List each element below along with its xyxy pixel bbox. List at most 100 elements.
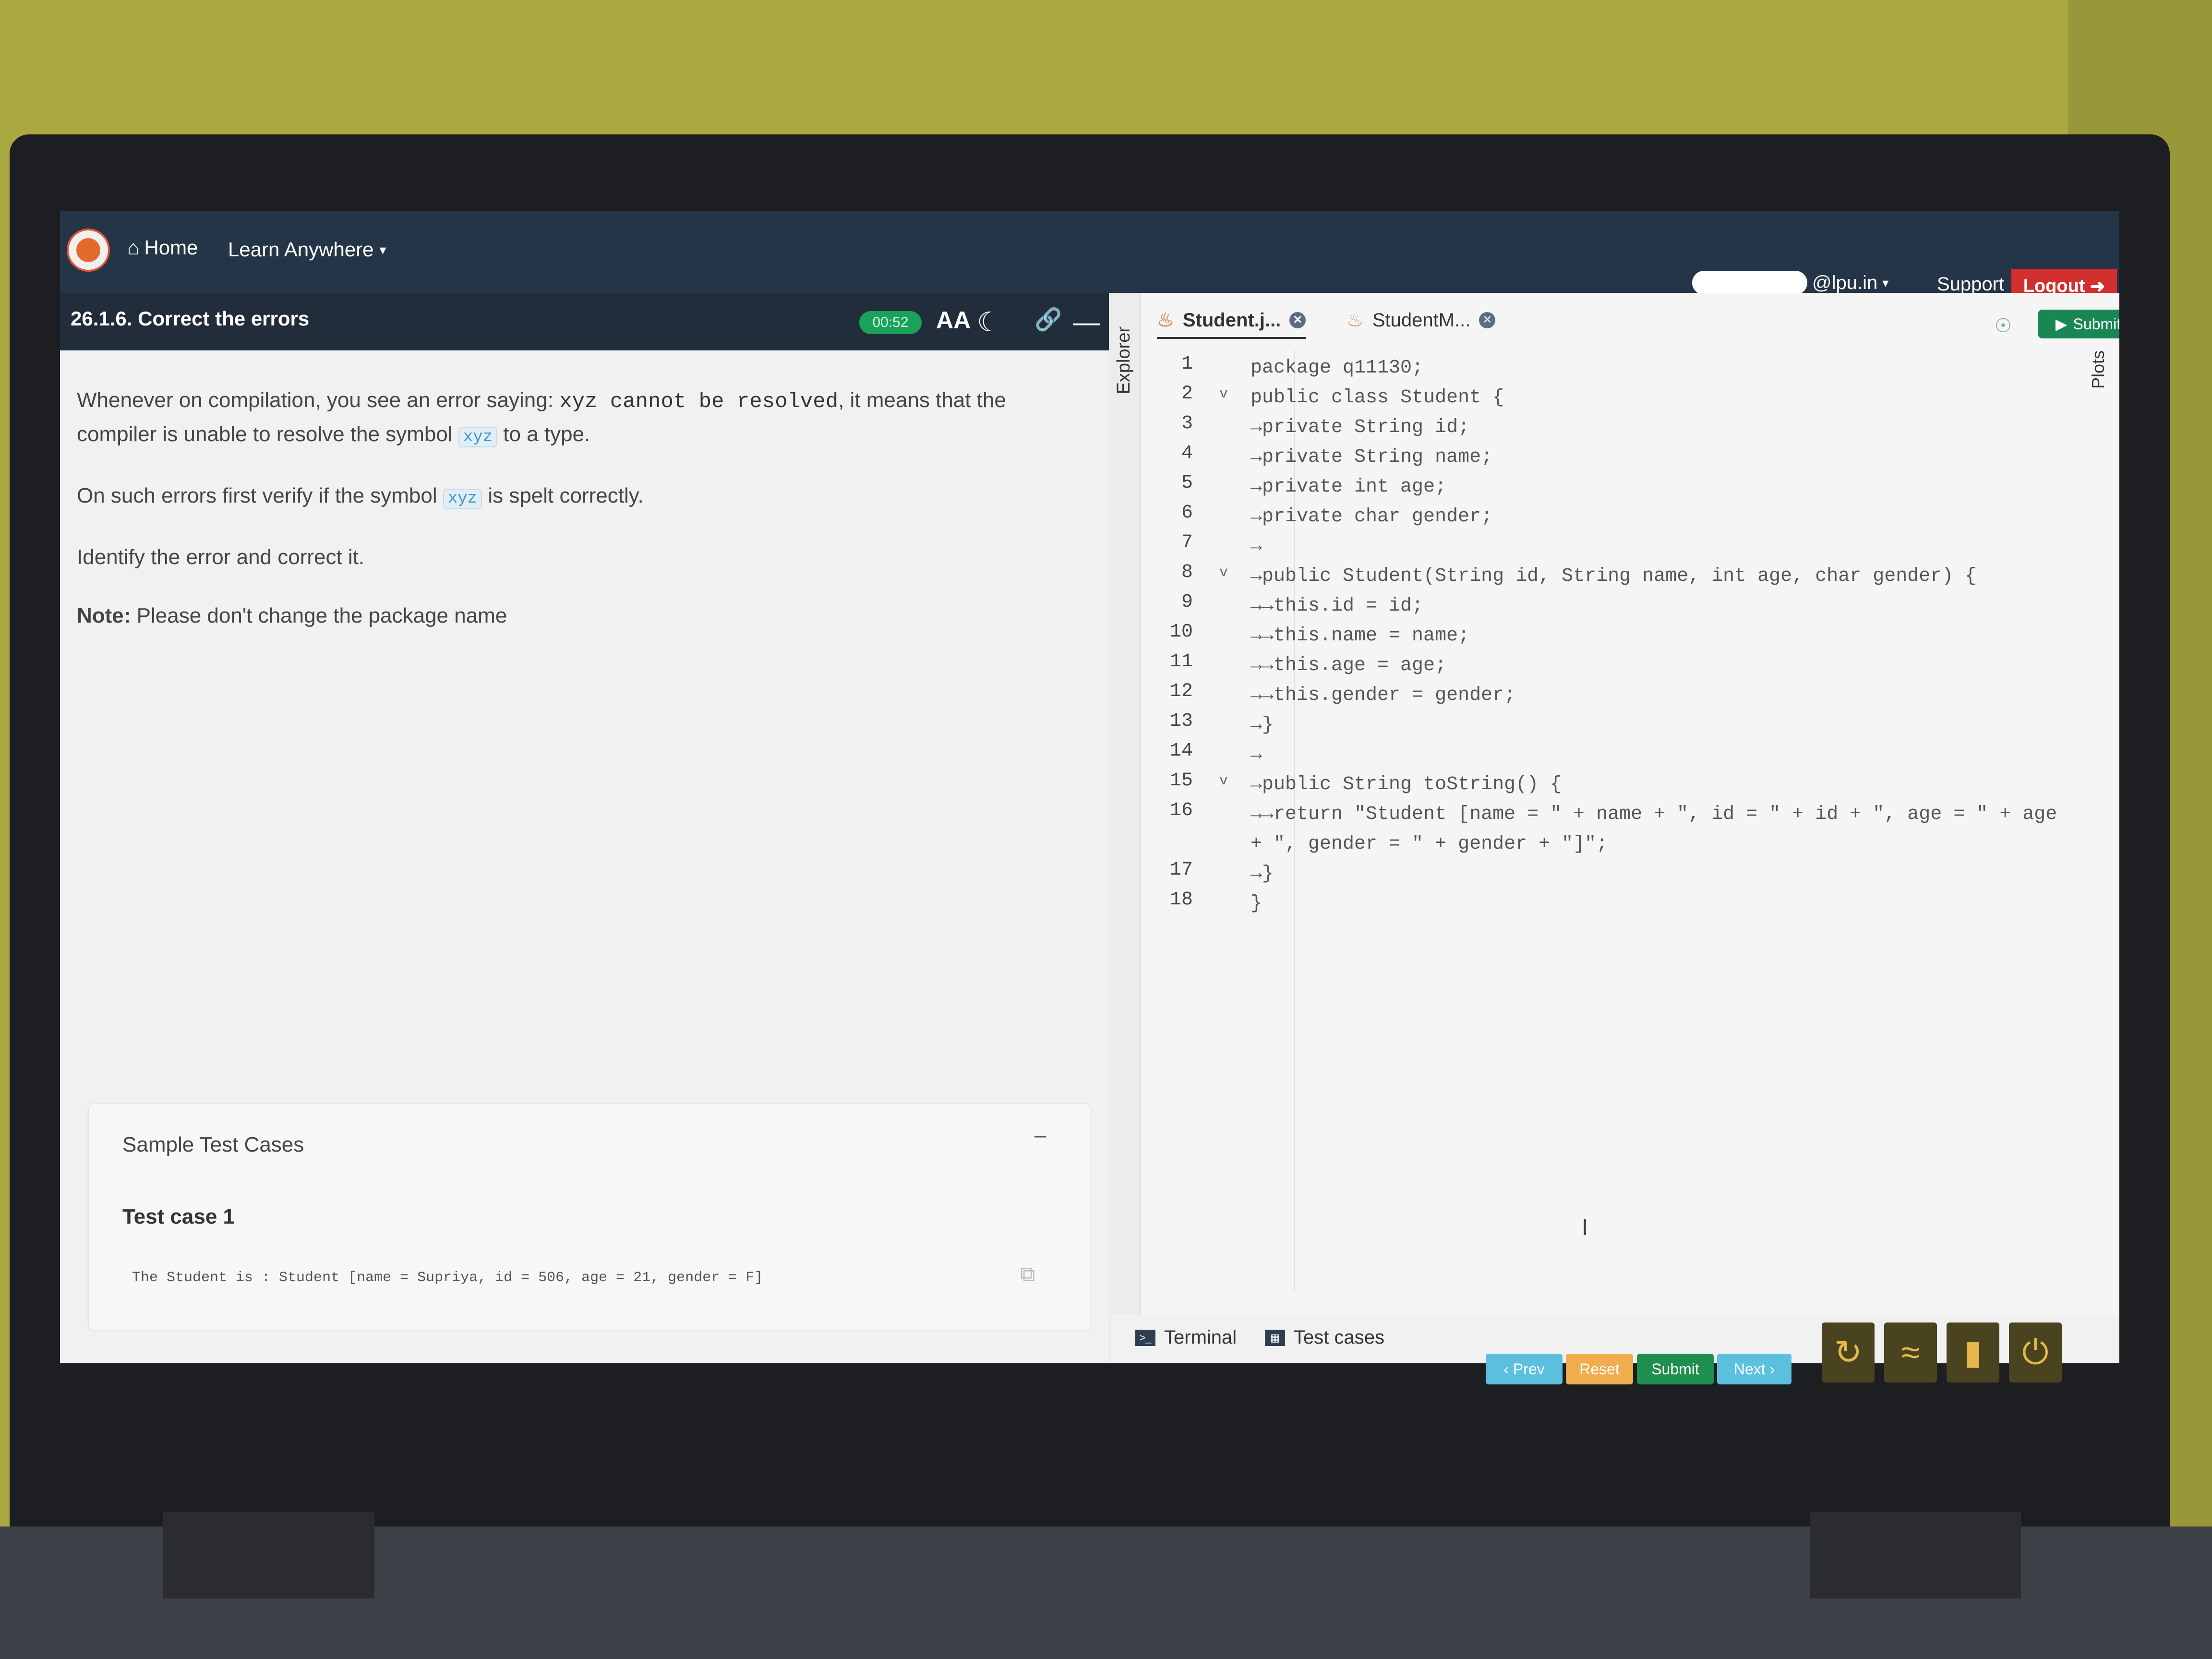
close-tab-icon[interactable]: ✕ [1289, 312, 1306, 328]
java-file-icon: ♨ [1346, 310, 1364, 331]
line-number: 12 [1169, 681, 1193, 702]
line-number: 6 [1181, 502, 1193, 524]
code-line[interactable]: 17 →} [1140, 856, 2081, 886]
line-number: 3 [1181, 413, 1193, 434]
code-line[interactable]: 7 → [1140, 529, 2081, 559]
collapse-button[interactable]: – [1034, 1123, 1046, 1147]
screen: ⌂ Home Learn Anywhere ▾ @lpu.in ▾ Suppor… [60, 211, 2119, 1363]
redacted-username [1692, 271, 1807, 295]
code-line[interactable]: 4 →private String name; [1140, 440, 2081, 469]
support-link[interactable]: Support [1937, 274, 2004, 295]
fold-toggle-icon[interactable]: v [1219, 565, 1228, 581]
test-case-output: The Student is : Student [name = Supriya… [132, 1270, 763, 1286]
problem-header: 26.1.6. Correct the errors 00:52 AA ☾ 🔗 … [60, 293, 1109, 350]
code-line[interactable]: 12 →→this.gender = gender; [1140, 678, 2081, 708]
code-line[interactable]: 16 →→return "Student [name = " + name + "… [1140, 797, 2081, 856]
home-icon: ⌂ [127, 236, 140, 259]
copy-icon[interactable]: ⧉ [1020, 1262, 1035, 1286]
lpu-logo[interactable] [67, 228, 110, 272]
code-text: →public Student(String id, String name, … [1250, 565, 1977, 587]
code-text: →→this.age = age; [1250, 655, 1447, 676]
close-tab-icon[interactable]: ✕ [1479, 312, 1496, 328]
para2-text: On such errors first verify if the symbo… [77, 484, 443, 507]
reset-button[interactable]: Reset [1566, 1354, 1633, 1384]
minimize-icon[interactable]: — [1073, 306, 1100, 337]
user-email-suffix: @lpu.in [1812, 272, 1878, 293]
line-number: 14 [1169, 740, 1193, 762]
line-number: 13 [1169, 710, 1193, 732]
code-line[interactable]: 2 v public class Student { [1140, 380, 2081, 410]
line-number: 7 [1181, 532, 1193, 553]
code-line[interactable]: 13 →} [1140, 708, 2081, 737]
line-number: 17 [1169, 859, 1193, 881]
inline-code-symbol: xyz [458, 427, 498, 447]
next-button[interactable]: Next › [1717, 1354, 1791, 1384]
footer-submit-button[interactable]: Submit [1637, 1354, 1714, 1384]
plots-sidebar-toggle[interactable]: Plots [2088, 350, 2108, 389]
editor-submit-button[interactable]: ▶ Submit [2038, 310, 2119, 338]
code-area[interactable]: 1 package q11130; 2 v public class Student {… [1140, 350, 2081, 916]
paragraph-2: On such errors first verify if the symbo… [77, 480, 1075, 515]
code-line[interactable]: 9 →→this.id = id; [1140, 589, 2081, 618]
explorer-label[interactable]: Explorer [1114, 326, 1134, 395]
note-label: Note: [77, 604, 131, 627]
problem-title: 26.1.6. Correct the errors [71, 307, 310, 330]
dark-mode-moon-icon[interactable]: ☾ [977, 306, 1001, 338]
tab-label: StudentM... [1372, 309, 1471, 331]
code-text: →private String name; [1250, 446, 1493, 468]
explorer-sidebar[interactable]: Explorer [1111, 293, 1141, 1315]
laptop-hinge-left [163, 1512, 374, 1599]
tab-studentmain-java[interactable]: ♨ StudentM... ✕ [1346, 303, 1496, 337]
code-line[interactable]: 5 →private int age; [1140, 469, 2081, 499]
terminal-tab[interactable]: >_ Terminal [1135, 1327, 1237, 1348]
line-number: 15 [1169, 770, 1193, 792]
line-number: 11 [1169, 651, 1193, 673]
fold-toggle-icon[interactable]: v [1219, 773, 1228, 789]
note-text: Please don't change the package name [131, 604, 507, 627]
prev-button[interactable]: ‹ Prev [1486, 1354, 1563, 1384]
code-text: →private String id; [1250, 417, 1470, 438]
paragraph-3: Identify the error and correct it. [77, 545, 365, 569]
battery-icon[interactable]: ▮ [1947, 1322, 1999, 1382]
code-text: →private int age; [1250, 476, 1447, 498]
line-number: 8 [1181, 562, 1193, 583]
code-text: package q11130; [1250, 357, 1424, 379]
line-number: 16 [1169, 800, 1193, 821]
sample-test-cases-card: Sample Test Cases – Test case 1 The Stud… [89, 1104, 1090, 1330]
link-icon[interactable]: 🔗 [1034, 306, 1062, 333]
code-line[interactable]: 10 →→this.name = name; [1140, 618, 2081, 648]
refresh-icon[interactable]: ↻ [1822, 1322, 1875, 1382]
problem-description: Whenever on compilation, you see an erro… [77, 384, 1075, 658]
tab-student-java[interactable]: ♨ Student.j... ✕ [1157, 303, 1306, 339]
play-icon: ▶ [2055, 315, 2068, 333]
para1-text-end: to a type. [497, 422, 590, 446]
test-cases-tab[interactable]: ▦ Test cases [1265, 1327, 1384, 1348]
code-line[interactable]: 6 →private char gender; [1140, 499, 2081, 529]
nav-home-label: Home [144, 236, 198, 259]
editor-submit-label: Submit [2073, 315, 2120, 333]
run-icon[interactable]: ☉ [1995, 315, 2012, 337]
code-text: →} [1250, 863, 1274, 885]
code-line[interactable]: 8 v →public Student(String id, String name… [1140, 559, 2081, 589]
code-text: } [1250, 893, 1262, 914]
code-line[interactable]: 1 package q11130; [1140, 350, 2081, 380]
nav-home-link[interactable]: ⌂ Home [127, 236, 198, 259]
power-icon[interactable]: ⏻ [2009, 1322, 2062, 1382]
line-number: 5 [1181, 472, 1193, 494]
wifi-icon[interactable]: ≈ [1884, 1322, 1937, 1382]
code-line[interactable]: 11 →→this.age = age; [1140, 648, 2081, 678]
line-number: 10 [1169, 621, 1193, 643]
test-cases-label: Test cases [1294, 1327, 1384, 1348]
code-line[interactable]: 18} [1140, 886, 2081, 916]
font-size-icon[interactable]: AA [936, 306, 971, 334]
inline-code-error: xyz cannot be resolved [559, 390, 839, 414]
code-line[interactable]: 14 → [1140, 737, 2081, 767]
line-number: 4 [1181, 443, 1193, 464]
user-menu[interactable]: @lpu.in ▾ [1692, 271, 1888, 295]
fold-toggle-icon[interactable]: v [1219, 386, 1228, 402]
code-line[interactable]: 3 →private String id; [1140, 410, 2081, 440]
code-line[interactable]: 15 v →public String toString() { [1140, 767, 2081, 797]
editor-tabs: ♨ Student.j... ✕ ♨ StudentM... ✕ [1140, 293, 2076, 343]
top-navbar: ⌂ Home Learn Anywhere ▾ @lpu.in ▾ Suppor… [60, 211, 2119, 303]
nav-learn-anywhere-dropdown[interactable]: Learn Anywhere ▾ [228, 238, 386, 261]
